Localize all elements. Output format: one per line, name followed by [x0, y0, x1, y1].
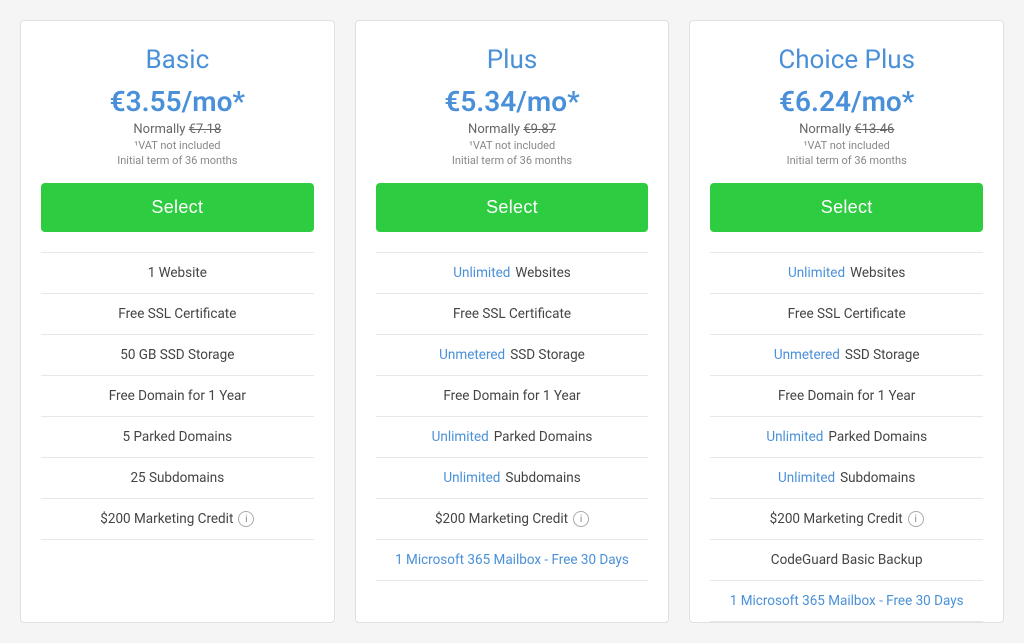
plan-term-plus: Initial term of 36 months	[376, 154, 649, 167]
feature-highlight-word: Unlimited	[443, 470, 500, 486]
feature-text: 1 Website	[148, 265, 207, 281]
feature-text: $200 Marketing Credit	[770, 511, 903, 527]
plan-vat-plus: ¹VAT not included	[376, 139, 649, 152]
feature-item: Free Domain for 1 Year	[710, 376, 983, 417]
feature-item: Unlimited Subdomains	[710, 458, 983, 499]
feature-item: Free SSL Certificate	[710, 294, 983, 335]
feature-item: 50 GB SSD Storage	[41, 335, 314, 376]
feature-highlight-word: Unlimited	[766, 429, 823, 445]
feature-highlight-word: Unmetered	[439, 347, 505, 363]
select-button-choice-plus[interactable]: Select	[710, 183, 983, 232]
feature-link[interactable]: 1 Microsoft 365 Mailbox - Free 30 Days	[730, 593, 964, 609]
feature-text: Free SSL Certificate	[788, 306, 906, 322]
plan-title-choice-plus: Choice Plus	[710, 45, 983, 75]
plan-normal-price-choice-plus: Normally €13.46	[710, 122, 983, 137]
feature-item: 25 Subdomains	[41, 458, 314, 499]
feature-item: Unlimited Subdomains	[376, 458, 649, 499]
feature-item: Unlimited Websites	[710, 253, 983, 294]
feature-item: Unmetered SSD Storage	[376, 335, 649, 376]
feature-item: 5 Parked Domains	[41, 417, 314, 458]
select-button-plus[interactable]: Select	[376, 183, 649, 232]
feature-item: Free Domain for 1 Year	[41, 376, 314, 417]
feature-text: $200 Marketing Credit	[435, 511, 568, 527]
feature-text: Free Domain for 1 Year	[443, 388, 580, 404]
feature-text: Websites	[850, 265, 905, 281]
feature-text: Subdomains	[840, 470, 915, 486]
feature-highlight-word: Unmetered	[774, 347, 840, 363]
feature-item: Free SSL Certificate	[41, 294, 314, 335]
plan-price-choice-plus: €6.24/mo*	[710, 85, 983, 118]
plan-normal-price-basic: Normally €7.18	[41, 122, 314, 137]
feature-text: Free SSL Certificate	[118, 306, 236, 322]
feature-text: SSD Storage	[510, 347, 585, 363]
plan-term-choice-plus: Initial term of 36 months	[710, 154, 983, 167]
feature-text: Parked Domains	[828, 429, 927, 445]
feature-text: Free Domain for 1 Year	[778, 388, 915, 404]
plan-card-basic: Basic €3.55/mo* Normally €7.18 ¹VAT not inc…	[20, 20, 335, 623]
feature-item: Unlimited Parked Domains	[376, 417, 649, 458]
plan-card-choice-plus: Choice Plus €6.24/mo* Normally €13.46 ¹VAT …	[689, 20, 1004, 623]
feature-text: Websites	[515, 265, 570, 281]
plan-price-plus: €5.34/mo*	[376, 85, 649, 118]
feature-highlight-word: Unlimited	[453, 265, 510, 281]
plan-title-basic: Basic	[41, 45, 314, 75]
feature-item: $200 Marketing Credit i	[376, 499, 649, 540]
feature-text: Free Domain for 1 Year	[109, 388, 246, 404]
features-list-basic: 1 Website Free SSL Certificate 50 GB SSD S…	[41, 252, 314, 540]
select-button-basic[interactable]: Select	[41, 183, 314, 232]
plan-normal-price-plus: Normally €9.87	[376, 122, 649, 137]
features-list-choice-plus: Unlimited Websites Free SSL Certificate Un…	[710, 252, 983, 622]
plan-vat-choice-plus: ¹VAT not included	[710, 139, 983, 152]
feature-item: $200 Marketing Credit i	[41, 499, 314, 540]
info-icon[interactable]: i	[573, 511, 589, 527]
info-icon[interactable]: i	[238, 511, 254, 527]
feature-text: SSD Storage	[845, 347, 920, 363]
plans-container: Basic €3.55/mo* Normally €7.18 ¹VAT not inc…	[20, 20, 1004, 623]
features-list-plus: Unlimited Websites Free SSL Certificate Un…	[376, 252, 649, 581]
feature-item: $200 Marketing Credit i	[710, 499, 983, 540]
feature-text: Free SSL Certificate	[453, 306, 571, 322]
feature-item: Unmetered SSD Storage	[710, 335, 983, 376]
plan-price-basic: €3.55/mo*	[41, 85, 314, 118]
feature-item: Unlimited Parked Domains	[710, 417, 983, 458]
feature-item: Unlimited Websites	[376, 253, 649, 294]
feature-item: CodeGuard Basic Backup	[710, 540, 983, 581]
feature-link[interactable]: 1 Microsoft 365 Mailbox - Free 30 Days	[395, 552, 629, 568]
plan-title-plus: Plus	[376, 45, 649, 75]
feature-text: Parked Domains	[494, 429, 593, 445]
feature-item: 1 Microsoft 365 Mailbox - Free 30 Days	[710, 581, 983, 622]
info-icon[interactable]: i	[908, 511, 924, 527]
feature-text: CodeGuard Basic Backup	[771, 552, 923, 568]
feature-text: 5 Parked Domains	[123, 429, 233, 445]
feature-item: 1 Website	[41, 253, 314, 294]
feature-item: 1 Microsoft 365 Mailbox - Free 30 Days	[376, 540, 649, 581]
plan-vat-basic: ¹VAT not included	[41, 139, 314, 152]
feature-item: Free Domain for 1 Year	[376, 376, 649, 417]
feature-text: 25 Subdomains	[130, 470, 224, 486]
feature-text: 50 GB SSD Storage	[120, 347, 234, 363]
plan-card-plus: Plus €5.34/mo* Normally €9.87 ¹VAT not incl…	[355, 20, 670, 623]
feature-highlight-word: Unlimited	[432, 429, 489, 445]
feature-text: Subdomains	[505, 470, 580, 486]
feature-highlight-word: Unlimited	[778, 470, 835, 486]
feature-highlight-word: Unlimited	[788, 265, 845, 281]
feature-item: Free SSL Certificate	[376, 294, 649, 335]
plan-term-basic: Initial term of 36 months	[41, 154, 314, 167]
feature-text: $200 Marketing Credit	[100, 511, 233, 527]
